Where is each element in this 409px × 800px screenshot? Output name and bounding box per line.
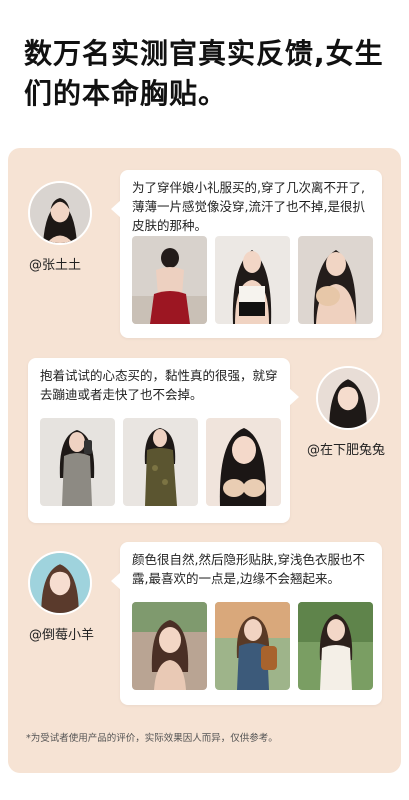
review-1-photo-1[interactable]: [132, 236, 207, 324]
reviewer-name-3: @倒莓小羊: [29, 628, 95, 643]
review-3-photo-2[interactable]: [215, 602, 290, 690]
reviewer-name-1: @张土土: [29, 258, 82, 273]
review-3-photo-3[interactable]: [298, 602, 373, 690]
disclaimer-footnote: *为受试者使用产品的评价，实际效果因人而异，仅供参考。: [26, 733, 278, 744]
review-1-photo-2[interactable]: [215, 236, 290, 324]
review-text-2: 抱着试试的心态买的，黏性真的很强，就穿去蹦迪或者走快了也不会掉。: [40, 368, 278, 402]
reviewer-avatar-1[interactable]: [28, 181, 92, 245]
review-3-photo-1[interactable]: [132, 602, 207, 690]
review-2-photo-2[interactable]: [123, 418, 198, 506]
review-1-photo-3[interactable]: [298, 236, 373, 324]
avatar-photo-2: [318, 368, 378, 428]
review-text-1: 为了穿伴娘小礼服买的,穿了几次离不开了,薄薄一片感觉像没穿,流汗了也不掉,是很扒…: [132, 180, 365, 233]
avatar-photo-1: [30, 183, 90, 243]
reviewer-avatar-2[interactable]: [316, 366, 380, 430]
review-card-3: 颜色很自然,然后隐形贴肤,穿浅色衣服也不露,最喜欢的一点是,边缘不会翘起来。: [111, 542, 382, 705]
page-headline: 数万名实测官真实反馈,女生们的本命胸贴。: [24, 37, 384, 110]
reviewer-name-2: @在下肥兔兔: [307, 443, 386, 458]
review-text-3: 颜色很自然,然后隐形贴肤,穿浅色衣服也不露,最喜欢的一点是,边缘不会翘起来。: [132, 552, 365, 586]
review-2-photo-3[interactable]: [206, 418, 281, 506]
reviewer-avatar-3[interactable]: [28, 551, 92, 615]
avatar-photo-3: [30, 553, 90, 613]
review-2-photo-1[interactable]: [40, 418, 115, 506]
review-card-1: 为了穿伴娘小礼服买的,穿了几次离不开了,薄薄一片感觉像没穿,流汗了也不掉,是很扒…: [111, 170, 382, 338]
review-card-2: 抱着试试的心态买的，黏性真的很强，就穿去蹦迪或者走快了也不会掉。: [28, 358, 299, 523]
